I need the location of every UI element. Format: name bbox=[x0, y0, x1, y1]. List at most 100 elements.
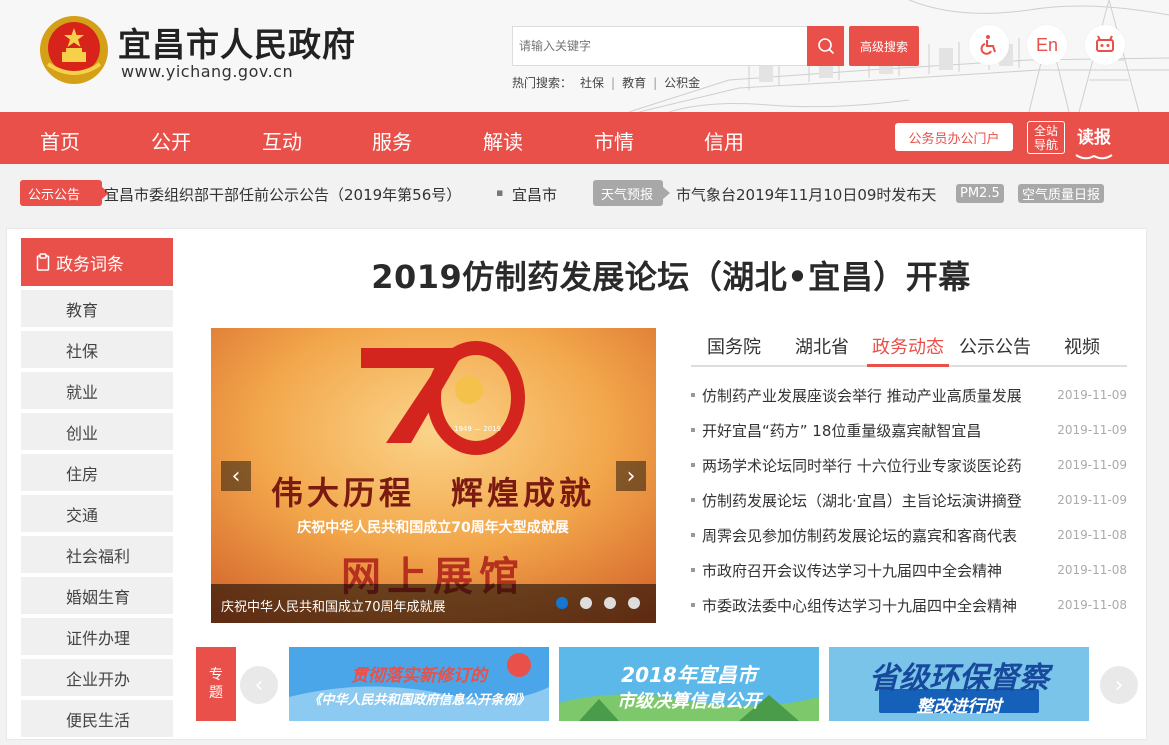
news-title[interactable]: 两场学术论坛同时举行 十六位行业专家谈医论药 bbox=[702, 455, 1052, 476]
divider: | bbox=[653, 75, 658, 90]
tab-video[interactable]: 视频 bbox=[1064, 333, 1100, 359]
notice-tag[interactable]: 公示公告 bbox=[20, 180, 109, 206]
sidebar-item-entrepreneurship[interactable]: 创业 bbox=[21, 413, 173, 451]
sidebar-item-certificates[interactable]: 证件办理 bbox=[21, 618, 173, 656]
sidebar-item-welfare[interactable]: 社会福利 bbox=[21, 536, 173, 574]
book-icon bbox=[1075, 154, 1113, 160]
news-title[interactable]: 仿制药发展论坛（湖北·宜昌）主旨论坛演讲摘登 bbox=[702, 490, 1052, 511]
nav-home[interactable]: 首页 bbox=[40, 126, 80, 155]
robot-assistant-button[interactable] bbox=[1085, 25, 1125, 65]
notice-link[interactable]: 宜昌市委组织部干部任前公示公告（2019年第56号） bbox=[104, 184, 484, 205]
slider-dot-4[interactable] bbox=[628, 597, 640, 609]
tab-gov-news[interactable]: 政务动态 bbox=[872, 333, 944, 359]
nav-city-info[interactable]: 市情 bbox=[594, 126, 634, 155]
tab-announcements[interactable]: 公示公告 bbox=[959, 333, 1031, 359]
sidebar-item-employment[interactable]: 就业 bbox=[21, 372, 173, 410]
nav-credit[interactable]: 信用 bbox=[704, 126, 744, 155]
slider-dot-3[interactable] bbox=[604, 597, 616, 609]
notice-link-2[interactable]: 宜昌市 bbox=[512, 184, 564, 205]
news-date: 2019-11-09 bbox=[1057, 493, 1127, 507]
news-item[interactable]: 开好宜昌“药方” 18位重量级嘉宾献智宜昌 2019-11-09 bbox=[691, 420, 1127, 440]
sidebar-item-transport[interactable]: 交通 bbox=[21, 495, 173, 533]
news-item[interactable]: 仿制药产业发展座谈会举行 推动产业高质量发展 2019-11-09 bbox=[691, 385, 1127, 405]
sidebar-item-housing[interactable]: 住房 bbox=[21, 454, 173, 492]
bullet bbox=[691, 568, 695, 572]
air-quality-badge[interactable]: 空气质量日报 bbox=[1018, 184, 1105, 203]
news-item[interactable]: 周霁会见参加仿制药发展论坛的嘉宾和客商代表 2019-11-08 bbox=[691, 525, 1127, 545]
sidebar-item-convenience[interactable]: 便民生活 bbox=[21, 700, 173, 738]
headline[interactable]: 2019仿制药发展论坛（湖北•宜昌）开幕 bbox=[200, 252, 1142, 298]
site-guide-line1: 全站 bbox=[1033, 124, 1058, 138]
topics-next-button[interactable]: › bbox=[1100, 666, 1138, 704]
poster-subtitle: 庆祝中华人民共和国成立70周年大型成就展 bbox=[297, 519, 568, 536]
weather-text[interactable]: 市气象台2019年11月10日09时发布天 bbox=[676, 184, 948, 205]
sidebar-title: 政务词条 bbox=[56, 254, 124, 275]
sidebar-item-business[interactable]: 企业开办 bbox=[21, 659, 173, 697]
news-title[interactable]: 开好宜昌“药方” 18位重量级嘉宾献智宜昌 bbox=[702, 420, 1052, 441]
document-icon bbox=[36, 253, 50, 271]
news-item[interactable]: 两场学术论坛同时举行 十六位行业专家谈医论药 2019-11-09 bbox=[691, 455, 1127, 475]
active-tab-indicator bbox=[867, 364, 949, 367]
nav-interact[interactable]: 互动 bbox=[262, 126, 302, 155]
tab-state-council[interactable]: 国务院 bbox=[707, 333, 761, 359]
topic-banner-info-disclosure[interactable]: 贯彻落实新修订的 《中华人民共和国政府信息公开条例》 bbox=[289, 647, 549, 721]
topic-banner-budget[interactable]: 2018年宜昌市 市级决算信息公开 bbox=[559, 647, 819, 721]
notice-dot: ▪ bbox=[496, 186, 504, 199]
banner-3-line1: 省级环保督察 bbox=[869, 661, 1049, 696]
search-input[interactable] bbox=[512, 26, 808, 66]
news-date: 2019-11-09 bbox=[1057, 423, 1127, 437]
banner-2-line1: 2018年宜昌市 bbox=[621, 663, 757, 687]
nav-interpret[interactable]: 解读 bbox=[483, 126, 523, 155]
accessibility-button[interactable] bbox=[969, 25, 1009, 65]
topic-banner-environment[interactable]: 省级环保督察 整改进行时 bbox=[829, 647, 1089, 721]
sidebar-item-marriage[interactable]: 婚姻生育 bbox=[21, 577, 173, 615]
slider-dot-1[interactable] bbox=[556, 597, 568, 609]
header: 宜昌市人民政府 www.yichang.gov.cn 高级搜索 热门搜索： 社保… bbox=[0, 0, 1169, 112]
slider-caption[interactable]: 庆祝中华人民共和国成立70周年成就展 bbox=[221, 596, 446, 615]
news-item[interactable]: 市委政法委中心组传达学习十九届四中全会精神 2019-11-08 bbox=[691, 595, 1127, 615]
nav-service[interactable]: 服务 bbox=[372, 126, 412, 155]
topics-prev-button[interactable]: ‹ bbox=[240, 666, 278, 704]
read-label: 读报 bbox=[1077, 128, 1111, 148]
english-button[interactable]: En bbox=[1027, 25, 1067, 65]
tab-hubei[interactable]: 湖北省 bbox=[795, 333, 849, 359]
news-item[interactable]: 仿制药发展论坛（湖北·宜昌）主旨论坛演讲摘登 2019-11-09 bbox=[691, 490, 1127, 510]
site-guide-line2: 导航 bbox=[1033, 138, 1058, 152]
poster-years: 1949 — 2019 bbox=[454, 425, 501, 433]
nav-public[interactable]: 公开 bbox=[151, 126, 191, 155]
news-date: 2019-11-09 bbox=[1057, 388, 1127, 402]
topics-label-1: 专 bbox=[209, 667, 223, 683]
read-newspaper-button[interactable]: 读报 bbox=[1073, 120, 1115, 160]
slider-prev-button[interactable]: ‹ bbox=[221, 461, 251, 491]
civil-servant-portal-button[interactable]: 公务员办公门户 bbox=[895, 123, 1013, 151]
news-date: 2019-11-08 bbox=[1057, 528, 1127, 542]
search-icon bbox=[817, 38, 834, 55]
wheelchair-icon bbox=[980, 35, 996, 55]
slider-next-button[interactable]: › bbox=[616, 461, 646, 491]
hot-keyword-housing-fund[interactable]: 公积金 bbox=[664, 74, 700, 91]
news-title[interactable]: 仿制药产业发展座谈会举行 推动产业高质量发展 bbox=[702, 385, 1052, 406]
pm25-badge[interactable]: PM2.5 bbox=[956, 184, 1004, 203]
news-date: 2019-11-08 bbox=[1057, 598, 1127, 612]
sidebar-item-social-security[interactable]: 社保 bbox=[21, 331, 173, 369]
news-title[interactable]: 市委政法委中心组传达学习十九届四中全会精神 bbox=[702, 595, 1052, 616]
news-date: 2019-11-09 bbox=[1057, 458, 1127, 472]
hot-search: 热门搜索： 社保 | 教育 | 公积金 bbox=[512, 74, 700, 91]
search-button[interactable] bbox=[807, 26, 844, 66]
news-title[interactable]: 市政府召开会议传达学习十九届四中全会精神 bbox=[702, 560, 1052, 581]
hot-keyword-education[interactable]: 教育 bbox=[622, 74, 646, 91]
hot-keyword-social-security[interactable]: 社保 bbox=[580, 74, 604, 91]
weather-tag[interactable]: 天气预报 bbox=[593, 180, 670, 206]
slider-dot-2[interactable] bbox=[580, 597, 592, 609]
bullet bbox=[691, 498, 695, 502]
advanced-search-button[interactable]: 高级搜索 bbox=[849, 26, 919, 66]
news-item[interactable]: 市政府召开会议传达学习十九届四中全会精神 2019-11-08 bbox=[691, 560, 1127, 580]
news-title[interactable]: 周霁会见参加仿制药发展论坛的嘉宾和客商代表 bbox=[702, 525, 1052, 546]
topics-label-2: 题 bbox=[209, 685, 223, 701]
site-guide-button[interactable]: 全站 导航 bbox=[1027, 121, 1065, 154]
site-url: www.yichang.gov.cn bbox=[121, 62, 294, 81]
site-title[interactable]: 宜昌市人民政府 bbox=[118, 18, 356, 66]
sidebar-item-education[interactable]: 教育 bbox=[21, 290, 173, 328]
banner-1-line1: 贯彻落实新修订的 bbox=[351, 666, 487, 686]
image-slider[interactable]: 1949 — 2019 伟大历程 辉煌成就 庆祝中华人民共和国成立70周年大型成… bbox=[211, 328, 656, 623]
